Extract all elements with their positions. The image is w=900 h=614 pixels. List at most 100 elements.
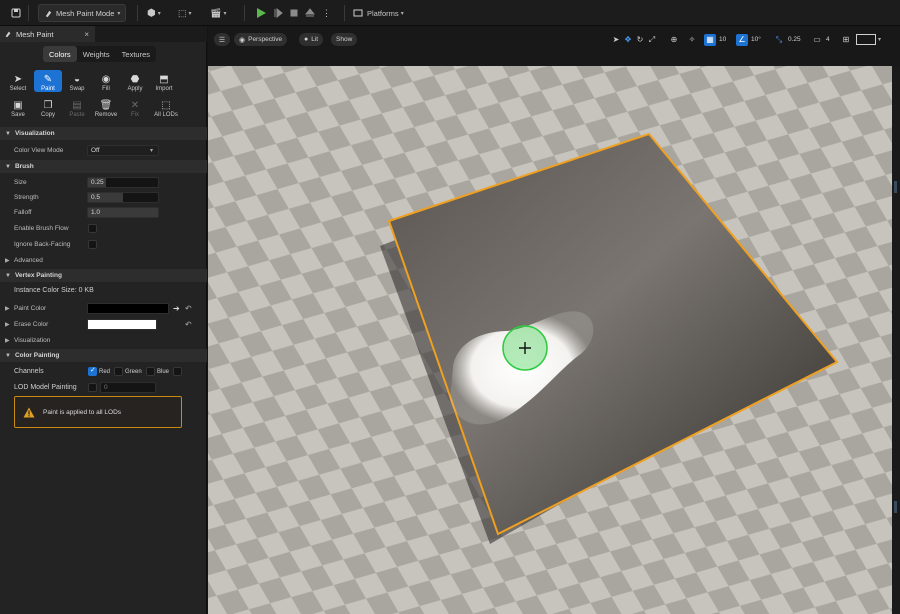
tool-remove[interactable]: 🗑︎ Remove [92,96,120,119]
mode-label: Mesh Paint Mode [56,8,115,18]
camera-speed-control[interactable]: ▭ 4 [811,33,829,46]
globe-icon: ⊕ [670,35,678,44]
erase-color-row: ▶ Erase Color ↶ [0,317,207,332]
save-icon[interactable] [6,4,26,22]
collapse-icon: ▼ [5,352,11,359]
channels-row: Channels Red Green Blue [0,364,207,379]
cinematics-button[interactable]: 🎬︎ ▾ [210,4,226,22]
erase-color-swatch[interactable] [87,319,157,330]
section-title: Brush [14,163,34,170]
rotation-snap-icon: ∠ [736,33,748,46]
panel-tab-mesh-paint[interactable]: Mesh Paint × [0,26,95,42]
enable-brush-flow-checkbox[interactable] [88,224,97,233]
ignore-back-facing-row: Ignore Back-Facing [0,237,207,252]
play-icon[interactable] [255,7,267,19]
tool-select[interactable]: ➤ Select [4,70,32,93]
grid-layout-icon: ⊞ [842,35,850,44]
falloff-slider[interactable]: 1.0 [87,207,159,218]
rotate-icon[interactable]: ↻ [634,34,646,46]
lod-index-value: 0 [104,384,108,391]
level-viewport[interactable] [208,26,892,614]
tool-fix[interactable]: ✕ Fix [121,96,149,119]
swap-colors-icon[interactable]: ➔ [173,304,180,313]
select-cursor-icon[interactable]: ➤ [610,34,622,46]
strength-value: 0.5 [91,194,101,201]
platforms-button[interactable]: Platforms ▾ [353,4,404,22]
strength-slider[interactable]: 0.5 [87,192,159,203]
lit-button[interactable]: ● Lit [299,33,324,46]
channel-blue-checkbox[interactable] [146,367,155,376]
play-controls: ⋮ [255,4,331,22]
reset-icon[interactable]: ↶ [185,304,192,313]
falloff-value: 1.0 [91,209,101,216]
blueprint-button[interactable]: ⬚ ▾ [178,4,192,22]
chevron-down-icon: ▾ [117,10,121,17]
tool-import[interactable]: ⬒ Import [150,70,178,93]
paint-color-label: Paint Color [14,305,47,312]
color-view-mode-dropdown[interactable]: Off ▾ [87,145,159,156]
tool-paint[interactable]: ✎ Paint [34,70,62,92]
section-visualization[interactable]: ▼ Visualization [0,127,207,140]
lit-label: Lit [311,36,319,43]
toolbar-divider [28,5,29,21]
color-view-mode-value: Off [91,147,100,154]
more-options-icon[interactable]: ⋮ [322,8,331,19]
warning-text: Paint is applied to all LODs [43,408,122,416]
layout-button[interactable]: ⊞ [840,33,852,46]
tool-swap[interactable]: ◒ Swap [63,70,91,93]
tab-textures[interactable]: Textures [116,46,156,62]
section-color-painting[interactable]: ▼ Color Painting [0,349,207,362]
perspective-button[interactable]: ◉ Perspective [234,33,288,46]
stop-icon[interactable] [289,8,299,18]
show-label: Show [336,36,353,43]
eject-icon[interactable] [305,8,315,18]
show-button[interactable]: Show [331,33,358,46]
color-view-mode-label: Color View Mode [14,147,64,154]
grid-snap-control[interactable]: ▦ 10 [704,33,726,46]
rotation-snap-control[interactable]: ∠ 10° [736,33,761,46]
mode-selector[interactable]: Mesh Paint Mode ▾ [38,4,127,22]
lod-model-painting-checkbox[interactable] [88,383,97,392]
tool-paste[interactable]: ▤ Paste [63,96,91,119]
add-content-icon: ⬢ [147,7,156,19]
step-icon[interactable] [273,8,283,18]
section-vertex-painting[interactable]: ▼ Vertex Painting [0,269,207,282]
viewport-options-button[interactable]: ▾ [856,33,881,46]
tool-all-lods[interactable]: ⬚ All LODs [150,96,182,119]
platforms-icon [353,9,363,17]
surface-snap-toggle[interactable]: ✧ [686,33,698,46]
tab-colors[interactable]: Colors [43,46,77,62]
tool-save[interactable]: ▣ Save [4,96,32,119]
advanced-row[interactable]: ▶ Advanced [0,253,207,268]
add-content-button[interactable]: ⬢ ▾ [147,4,161,22]
channel-green-checkbox[interactable] [114,367,123,376]
lod-model-painting-label: LOD Model Painting [14,384,77,391]
ignore-back-facing-checkbox[interactable] [88,240,97,249]
clapper-icon: 🎬︎ [210,7,222,18]
size-slider[interactable]: 0.25 [87,177,159,188]
scale-snap-control[interactable]: ⤡ 0.25 [773,33,801,46]
trash-icon: 🗑︎ [99,100,113,111]
paint-color-swatch[interactable] [87,303,169,314]
tab-weights[interactable]: Weights [77,46,116,62]
lod-index-field[interactable]: 0 [100,382,156,393]
viewport-layout-icon [856,34,876,45]
scale-icon[interactable]: ⤢ [646,34,658,46]
move-icon[interactable]: ✥ [622,34,634,46]
close-icon[interactable]: × [84,30,89,39]
tool-copy[interactable]: ❐ Copy [34,96,62,119]
viewport-menu-button[interactable]: ☰ [214,33,230,46]
paint-mode-icon [45,10,52,17]
channel-alpha-checkbox[interactable] [173,367,182,376]
channel-red-checkbox[interactable] [88,366,97,376]
vertex-visualization-row[interactable]: ▶ Visualization [0,333,207,348]
collapse-icon: ▼ [5,163,11,170]
tool-fill[interactable]: ◉ Fill [92,70,120,93]
reset-icon[interactable]: ↶ [185,320,192,329]
world-local-toggle[interactable]: ⊕ [668,33,680,46]
tool-label: Select [9,86,27,92]
color-view-mode-row: Color View Mode Off ▾ [0,143,207,158]
tool-apply[interactable]: ⬣ Apply [121,70,149,93]
save-icon: ▣ [13,100,23,111]
section-brush[interactable]: ▼ Brush [0,160,207,173]
